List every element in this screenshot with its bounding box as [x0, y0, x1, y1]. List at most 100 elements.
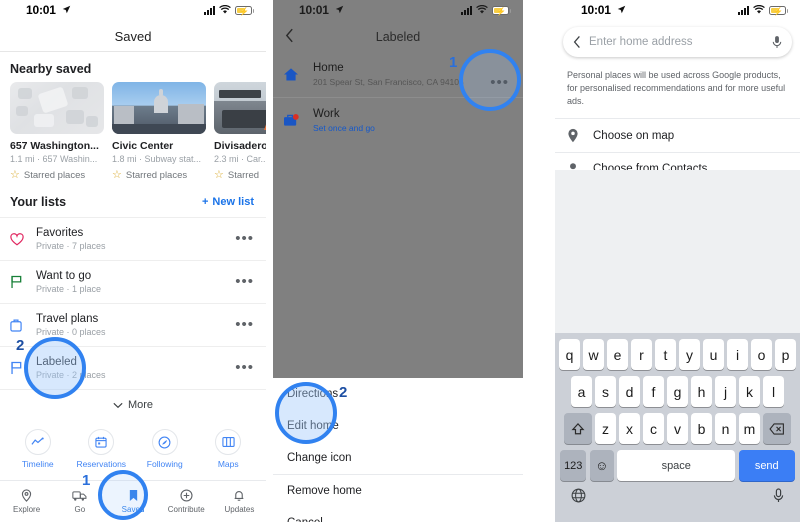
key-s[interactable]: s	[595, 376, 616, 407]
suitcase-icon	[10, 318, 36, 332]
back-button[interactable]	[573, 35, 581, 49]
key-u[interactable]: u	[703, 339, 724, 370]
overflow-dots-icon[interactable]: •••	[235, 317, 254, 332]
nearby-saved-carousel[interactable]: 657 Washington... 1.1 mi · 657 Washin...…	[0, 82, 266, 181]
card-tag-label: Starred places	[125, 170, 188, 181]
keyboard-row-3: z x c v b n m	[555, 413, 800, 444]
more-label: More	[127, 399, 154, 411]
key-g[interactable]: g	[667, 376, 688, 407]
star-icon: ☆	[112, 169, 122, 181]
search-input-placeholder[interactable]: Enter home address	[589, 36, 764, 48]
key-r[interactable]: r	[631, 339, 652, 370]
key-h[interactable]: h	[691, 376, 712, 407]
timeline-icon	[24, 429, 51, 455]
microphone-icon[interactable]	[772, 35, 782, 49]
nav-item-explore[interactable]: Explore	[0, 481, 53, 522]
panel-enter-home-address-screen: 10:01 ⚡ Enter home address Personal plac…	[555, 0, 800, 522]
map-pin-icon	[567, 128, 579, 143]
key-i[interactable]: i	[727, 339, 748, 370]
sheet-item-cancel[interactable]: Cancel	[273, 507, 523, 522]
quick-action-label: Timeline	[21, 459, 54, 469]
go-commute-icon	[72, 490, 87, 502]
status-bar: 10:01 ⚡	[273, 0, 523, 22]
key-x[interactable]: x	[619, 413, 640, 444]
labeled-header: Labeled	[273, 22, 523, 52]
key-m[interactable]: m	[739, 413, 760, 444]
key-l[interactable]: l	[763, 376, 784, 407]
back-button[interactable]	[285, 28, 294, 43]
send-button[interactable]: send	[738, 450, 795, 481]
dictation-microphone-icon[interactable]	[773, 488, 784, 503]
nav-item-updates[interactable]: Updates	[213, 481, 266, 522]
quick-action-timeline[interactable]: Timeline	[9, 429, 67, 469]
key-z[interactable]: z	[595, 413, 616, 444]
card-title: 657 Washington...	[10, 140, 99, 152]
key-e[interactable]: e	[607, 339, 628, 370]
list-item-want-to-go[interactable]: Want to go Private · 1 place •••	[0, 260, 266, 303]
quick-action-reservations[interactable]: Reservations	[72, 429, 130, 469]
nearby-card[interactable]: 657 Washington... 1.1 mi · 657 Washin...…	[10, 82, 104, 181]
home-address-search-bar[interactable]: Enter home address	[563, 27, 792, 57]
labeled-row-sub: Set once and go	[313, 123, 375, 133]
keyboard-row-1: q w e r t y u i o p	[555, 339, 800, 370]
key-a[interactable]: a	[571, 376, 592, 407]
key-j[interactable]: j	[715, 376, 736, 407]
plus-circle-icon	[180, 489, 193, 502]
new-list-button[interactable]: + New list	[202, 196, 254, 208]
key-t[interactable]: t	[655, 339, 676, 370]
list-item-text: Travel plans Private · 0 places	[36, 313, 235, 337]
key-k[interactable]: k	[739, 376, 760, 407]
key-w[interactable]: w	[583, 339, 604, 370]
key-o[interactable]: o	[751, 339, 772, 370]
annotation-step-1: 1	[449, 54, 458, 71]
location-arrow-icon	[335, 5, 344, 14]
key-f[interactable]: f	[643, 376, 664, 407]
globe-icon[interactable]	[571, 488, 586, 503]
nearby-card[interactable]: Divisadero... 2.3 mi · Car... ☆ Starred	[214, 82, 266, 181]
key-y[interactable]: y	[679, 339, 700, 370]
star-icon: ☆	[10, 169, 20, 181]
annotation-step-1: 1	[82, 472, 91, 489]
quick-action-maps[interactable]: Maps	[199, 429, 257, 469]
sheet-item-remove-home[interactable]: Remove home	[273, 474, 523, 507]
status-bar-time: 10:01	[26, 3, 56, 17]
sheet-item-change-icon[interactable]: Change icon	[273, 442, 523, 474]
card-thumbnail-image	[10, 82, 104, 134]
screenshot-root: 10:01 ⚡ Saved Nearby saved 657 Washingto…	[0, 0, 800, 522]
annotation-highlight-saved-tab	[98, 470, 148, 520]
key-b[interactable]: b	[691, 413, 712, 444]
bell-icon	[233, 489, 245, 502]
list-item-text: Want to go Private · 1 place	[36, 270, 235, 294]
space-key[interactable]: space	[617, 450, 736, 481]
new-list-label: New list	[212, 196, 254, 208]
numbers-key[interactable]: 123	[560, 450, 587, 481]
cellular-bars-icon	[204, 5, 215, 15]
key-c[interactable]: c	[643, 413, 664, 444]
nearby-card[interactable]: Civic Center 1.8 mi · Subway stat... ☆ S…	[112, 82, 206, 181]
cellular-bars-icon	[461, 5, 472, 15]
overflow-dots-icon[interactable]: •••	[235, 360, 254, 375]
emoji-icon[interactable]: ☺	[589, 450, 614, 481]
key-d[interactable]: d	[619, 376, 640, 407]
list-item-sub: Private · 0 places	[36, 327, 106, 337]
quick-action-following[interactable]: Following	[136, 429, 194, 469]
list-item-text: Favorites Private · 7 places	[36, 227, 235, 251]
list-item-sub: Private · 7 places	[36, 241, 106, 251]
backspace-icon[interactable]	[763, 413, 792, 444]
list-item-favorites[interactable]: Favorites Private · 7 places •••	[0, 217, 266, 260]
overflow-dots-icon[interactable]: •••	[235, 274, 254, 289]
key-q[interactable]: q	[559, 339, 580, 370]
plus-icon: +	[201, 196, 209, 208]
nearby-saved-title: Nearby saved	[10, 62, 92, 76]
quick-action-label: Maps	[217, 459, 239, 469]
card-tag: ☆ Starred places	[112, 169, 206, 182]
key-n[interactable]: n	[715, 413, 736, 444]
nav-item-label: Explore	[13, 505, 41, 514]
option-choose-on-map[interactable]: Choose on map	[555, 118, 800, 152]
overflow-dots-icon[interactable]: •••	[235, 231, 254, 246]
annotation-highlight-labeled-list	[24, 337, 86, 399]
key-p[interactable]: p	[775, 339, 796, 370]
shift-icon[interactable]	[563, 413, 592, 444]
key-v[interactable]: v	[667, 413, 688, 444]
nav-item-contribute[interactable]: Contribute	[160, 481, 213, 522]
